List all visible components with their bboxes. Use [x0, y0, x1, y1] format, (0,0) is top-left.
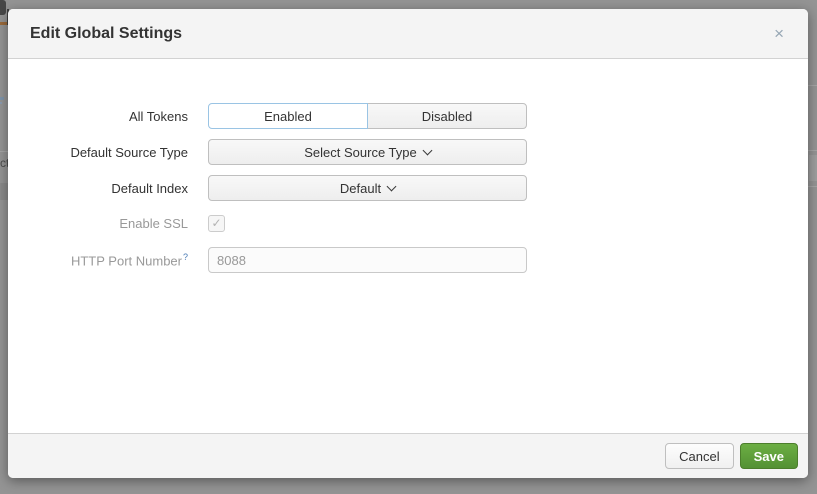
- bg-fragment-table-header: [0, 183, 8, 200]
- save-button[interactable]: Save: [740, 443, 798, 469]
- http-port-input: [208, 247, 527, 273]
- bg-fragment-row-divider: [808, 85, 817, 86]
- chevron-down-icon: [387, 181, 397, 191]
- chevron-down-icon: [422, 145, 432, 155]
- close-icon[interactable]: ×: [770, 23, 788, 44]
- default-source-type-dropdown[interactable]: Select Source Type: [208, 139, 527, 165]
- bg-fragment-button-edge: [809, 155, 817, 181]
- enable-ssl-checkbox: ✓: [208, 215, 225, 232]
- form-row-default-index: Default Index Default: [8, 175, 527, 201]
- default-source-type-label: Default Source Type: [8, 145, 188, 160]
- all-tokens-toggle: Enabled Disabled: [208, 103, 527, 129]
- bg-fragment-row-divider: [808, 186, 817, 187]
- enable-ssl-label: Enable SSL: [8, 216, 188, 231]
- default-index-label: Default Index: [8, 181, 188, 196]
- form-row-all-tokens: All Tokens Enabled Disabled: [8, 103, 527, 129]
- all-tokens-disabled-button[interactable]: Disabled: [367, 103, 527, 129]
- default-index-dropdown[interactable]: Default: [208, 175, 527, 201]
- http-port-label: HTTP Port Number?: [8, 252, 188, 268]
- bg-fragment-divider: [0, 151, 8, 152]
- dialog-footer: Cancel Save: [8, 433, 808, 478]
- default-index-value: Default: [340, 181, 381, 196]
- form-row-default-source-type: Default Source Type Select Source Type: [8, 139, 527, 165]
- cancel-button[interactable]: Cancel: [665, 443, 733, 469]
- all-tokens-label: All Tokens: [8, 109, 188, 124]
- form-row-http-port: HTTP Port Number?: [8, 247, 527, 273]
- default-source-type-value: Select Source Type: [304, 145, 417, 160]
- bg-fragment-row-divider: [808, 150, 817, 151]
- check-icon: ✓: [211, 217, 221, 229]
- bg-fragment-link: [0, 102, 2, 104]
- bg-fragment-page-title-underline: [0, 22, 7, 25]
- help-icon: ?: [183, 252, 188, 262]
- bg-fragment-page-title: [0, 0, 6, 15]
- edit-global-settings-dialog: Edit Global Settings × All Tokens Enable…: [8, 9, 808, 478]
- bg-fragment-link: [0, 97, 4, 100]
- dialog-title: Edit Global Settings: [30, 25, 182, 43]
- dialog-header: Edit Global Settings ×: [8, 9, 808, 59]
- all-tokens-enabled-button[interactable]: Enabled: [208, 103, 368, 129]
- form-row-enable-ssl: Enable SSL ✓: [8, 210, 527, 236]
